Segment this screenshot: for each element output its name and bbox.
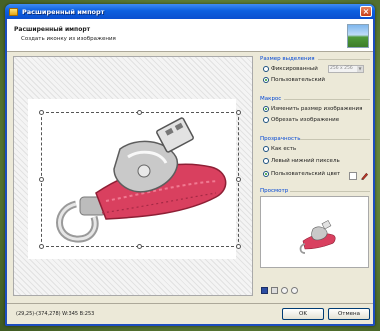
radio-label: Пользовательский: [271, 77, 325, 83]
selection-handle[interactable]: [137, 244, 142, 249]
radio-label: Изменить размер изображения: [271, 106, 363, 112]
radio-crop-image[interactable]: Обрезать изображение: [263, 117, 339, 123]
group-divider: [300, 139, 370, 140]
header-subtitle: Создать иконку из изображения: [21, 36, 116, 42]
radio-button[interactable]: [263, 66, 269, 72]
radio-button[interactable]: [263, 117, 269, 123]
selection-rectangle[interactable]: [41, 112, 239, 247]
radio-button[interactable]: [263, 171, 269, 177]
radio-label: Левый нижний пиксель: [271, 158, 340, 164]
zoom-toolbar: [261, 287, 298, 294]
import-dialog: Расширенный импорт × Расширенный импорт …: [5, 4, 375, 326]
radio-label: Как есть: [271, 146, 297, 152]
radio-button[interactable]: [263, 146, 269, 152]
radio-custom-size[interactable]: Пользовательский: [263, 77, 325, 83]
zoom-in-icon[interactable]: [281, 287, 288, 294]
fixed-size-select: 256 x 256 ▼: [328, 65, 364, 73]
fixed-size-value: 256 x 256: [330, 66, 353, 71]
selection-handle[interactable]: [39, 244, 44, 249]
radio-custom-color[interactable]: Пользовательский цвет: [263, 171, 340, 177]
fit-icon[interactable]: [271, 287, 278, 294]
macro-label: Макрос: [260, 96, 282, 102]
ok-button[interactable]: OK: [282, 308, 324, 320]
header-image-icon: [347, 24, 369, 48]
app-icon: [9, 7, 18, 16]
radio-label: Пользовательский цвет: [271, 171, 341, 177]
radio-bottom-left-pixel[interactable]: Левый нижний пиксель: [263, 158, 340, 164]
radio-as-is[interactable]: Как есть: [263, 146, 296, 152]
radio-button[interactable]: [263, 106, 269, 112]
selection-handle[interactable]: [137, 110, 142, 115]
selection-size-label: Размер выделения: [260, 56, 315, 62]
preview-box: [260, 196, 369, 268]
preview-image: [299, 220, 336, 254]
group-divider: [284, 99, 370, 100]
radio-button[interactable]: [263, 158, 269, 164]
footer-divider: [7, 303, 373, 304]
preview-label: Просмотр: [260, 188, 289, 194]
selection-handle[interactable]: [236, 177, 241, 182]
radio-fixed-size[interactable]: Фиксированный: [263, 66, 318, 72]
actual-size-icon[interactable]: [261, 287, 268, 294]
dialog-header: Расширенный импорт Создать иконку из изо…: [7, 19, 373, 52]
selection-handle[interactable]: [39, 110, 44, 115]
selection-handle[interactable]: [39, 177, 44, 182]
title-bar[interactable]: Расширенный импорт ×: [5, 4, 375, 19]
group-divider: [318, 59, 370, 60]
radio-resize-image[interactable]: Изменить размер изображения: [263, 106, 362, 112]
image-canvas[interactable]: [13, 56, 253, 296]
header-title: Расширенный импорт: [14, 26, 91, 33]
group-divider: [290, 191, 370, 192]
close-icon[interactable]: ×: [360, 6, 372, 17]
cancel-button[interactable]: Отмена: [328, 308, 370, 320]
radio-button[interactable]: [263, 77, 269, 83]
selection-status: (29,25)-(374,278) W:345 B:253: [16, 311, 95, 317]
color-picker-pen-icon[interactable]: [360, 171, 369, 181]
radio-label: Фиксированный: [271, 66, 318, 72]
selection-handle[interactable]: [236, 110, 241, 115]
custom-color-swatch[interactable]: [349, 172, 357, 180]
window-title: Расширенный импорт: [22, 7, 105, 16]
selection-handle[interactable]: [236, 244, 241, 249]
chevron-down-icon: ▼: [357, 66, 363, 72]
options-panel: Размер выделения Фиксированный 256 x 256…: [260, 56, 370, 298]
radio-label: Обрезать изображение: [271, 117, 340, 123]
transparency-label: Прозрачность: [260, 136, 301, 142]
zoom-out-icon[interactable]: [291, 287, 298, 294]
